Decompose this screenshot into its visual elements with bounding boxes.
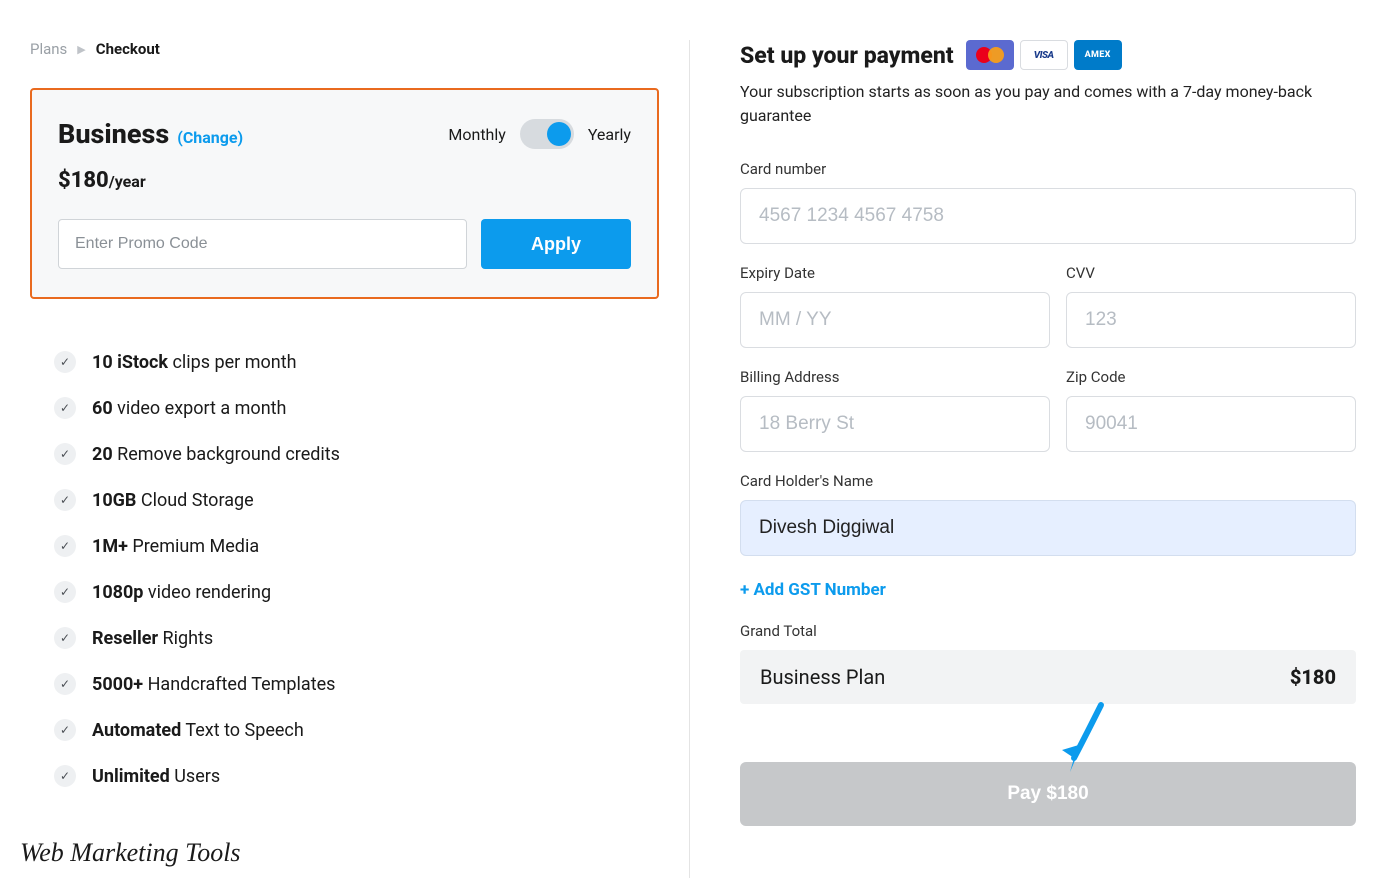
check-icon: ✓ <box>54 443 76 465</box>
cvv-label: CVV <box>1066 264 1356 282</box>
plan-price: $180/year <box>58 168 631 193</box>
cvv-input[interactable] <box>1066 292 1356 348</box>
amex-icon: AMEX <box>1074 40 1122 70</box>
breadcrumb: Plans ▶ Checkout <box>30 40 659 58</box>
list-item: ✓Unlimited Users <box>54 765 659 787</box>
check-icon: ✓ <box>54 581 76 603</box>
add-gst-link[interactable]: + Add GST Number <box>740 580 886 600</box>
check-icon: ✓ <box>54 673 76 695</box>
breadcrumb-plans[interactable]: Plans <box>30 40 67 58</box>
check-icon: ✓ <box>54 719 76 741</box>
zip-input[interactable] <box>1066 396 1356 452</box>
expiry-label: Expiry Date <box>740 264 1050 282</box>
billing-address-label: Billing Address <box>740 368 1050 386</box>
list-item: ✓60 video export a month <box>54 397 659 419</box>
apply-button[interactable]: Apply <box>481 219 631 269</box>
check-icon: ✓ <box>54 397 76 419</box>
check-icon: ✓ <box>54 351 76 373</box>
list-item: ✓Automated Text to Speech <box>54 719 659 741</box>
zip-label: Zip Code <box>1066 368 1356 386</box>
grand-total-label: Grand Total <box>740 622 1356 640</box>
list-item: ✓20 Remove background credits <box>54 443 659 465</box>
card-number-input[interactable] <box>740 188 1356 244</box>
list-item: ✓10 iStock clips per month <box>54 351 659 373</box>
card-holder-input[interactable] <box>740 500 1356 556</box>
payment-subtitle: Your subscription starts as soon as you … <box>740 80 1356 128</box>
pay-button[interactable]: Pay $180 <box>740 762 1356 826</box>
card-brand-icons: VISA AMEX <box>966 40 1122 70</box>
plan-name: Business <box>58 118 169 150</box>
features-list: ✓10 iStock clips per month ✓60 video exp… <box>30 327 659 787</box>
watermark: Web Marketing Tools <box>20 838 241 868</box>
card-number-label: Card number <box>740 160 1356 178</box>
check-icon: ✓ <box>54 627 76 649</box>
toggle-knob <box>547 122 571 146</box>
mastercard-icon <box>966 40 1014 70</box>
chevron-right-icon: ▶ <box>77 43 85 56</box>
payment-title: Set up your payment <box>740 42 954 69</box>
change-plan-link[interactable]: (Change) <box>177 128 243 147</box>
list-item: ✓Reseller Rights <box>54 627 659 649</box>
billing-yearly-label: Yearly <box>588 125 631 144</box>
price-amount: $180 <box>58 168 109 193</box>
visa-icon: VISA <box>1020 40 1068 70</box>
list-item: ✓10GB Cloud Storage <box>54 489 659 511</box>
billing-toggle[interactable] <box>520 119 574 149</box>
check-icon: ✓ <box>54 535 76 557</box>
card-holder-label: Card Holder's Name <box>740 472 1356 490</box>
price-period: /year <box>109 172 146 191</box>
grand-total-box: Business Plan $180 <box>740 650 1356 704</box>
expiry-input[interactable] <box>740 292 1050 348</box>
breadcrumb-current: Checkout <box>96 40 160 58</box>
total-amount: $180 <box>1290 665 1336 689</box>
list-item: ✓5000+ Handcrafted Templates <box>54 673 659 695</box>
billing-address-input[interactable] <box>740 396 1050 452</box>
check-icon: ✓ <box>54 489 76 511</box>
promo-code-input[interactable] <box>58 219 467 269</box>
plan-card: Business (Change) Monthly Yearly $180/ye… <box>30 88 659 299</box>
total-plan-name: Business Plan <box>760 665 885 689</box>
list-item: ✓1M+ Premium Media <box>54 535 659 557</box>
billing-monthly-label: Monthly <box>448 125 505 144</box>
list-item: ✓1080p video rendering <box>54 581 659 603</box>
check-icon: ✓ <box>54 765 76 787</box>
